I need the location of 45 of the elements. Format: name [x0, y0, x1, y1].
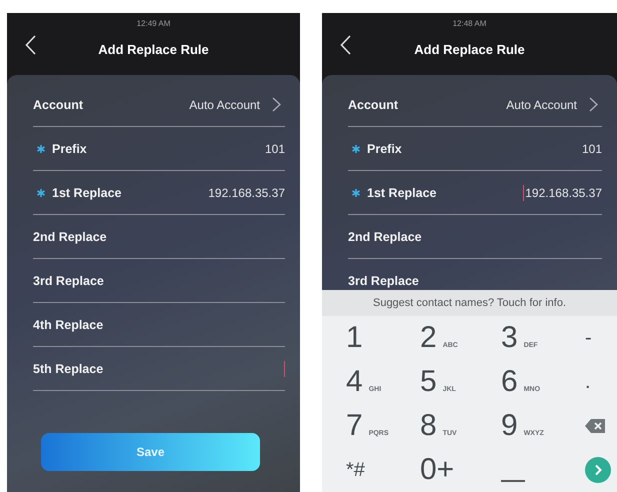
field-label: Account — [348, 98, 398, 112]
form-row[interactable]: Account Auto Account — [33, 83, 285, 127]
form-row[interactable]: 3rd Replace — [33, 259, 285, 303]
field-value: 101 — [264, 142, 285, 156]
field-label: 4th Replace — [33, 318, 104, 332]
next-button-icon[interactable] — [585, 457, 611, 483]
field-label: Account — [33, 98, 83, 112]
keyboard-key[interactable]: 1 — [346, 321, 363, 355]
form-row[interactable]: 1st Replace 192.168.35.37 — [348, 171, 602, 215]
form-row[interactable]: 2nd Replace — [348, 215, 602, 259]
form-row[interactable]: 2nd Replace — [33, 215, 285, 259]
field-label: 1st Replace — [367, 186, 436, 200]
field-value: 192.168.35.37 — [208, 186, 285, 200]
field-label: 5th Replace — [33, 362, 104, 376]
field-label: 3rd Replace — [33, 274, 104, 288]
back-icon[interactable] — [340, 35, 351, 55]
keyboard-key[interactable]: . — [585, 370, 591, 394]
backspace-icon[interactable] — [585, 419, 605, 433]
field-label: Prefix — [367, 142, 402, 156]
back-icon[interactable] — [25, 35, 36, 55]
field-label: 2nd Replace — [348, 230, 422, 244]
suggestion-strip[interactable]: Suggest contact names? Touch for info. — [322, 290, 617, 316]
field-value: Auto Account — [189, 98, 260, 112]
page-title: Add Replace Rule — [414, 42, 525, 57]
status-time: 12:48 AM — [452, 19, 486, 28]
form-row[interactable]: Account Auto Account — [348, 83, 602, 127]
field-value: 192.168.35.37 — [525, 186, 602, 200]
chevron-right-icon — [589, 97, 598, 112]
field-label: 2nd Replace — [33, 230, 107, 244]
form-row[interactable]: 4th Replace — [33, 303, 285, 347]
form-row[interactable]: 5th Replace — [33, 347, 285, 391]
keyboard-key[interactable]: *# — [346, 458, 365, 482]
field-value: 101 — [582, 142, 602, 156]
status-time: 12:49 AM — [136, 19, 170, 28]
form-row[interactable]: Prefix 101 — [33, 127, 285, 171]
field-label: Prefix — [52, 142, 87, 156]
chevron-right-icon — [272, 97, 281, 112]
field-label: 3rd Replace — [348, 274, 419, 288]
field-label: 1st Replace — [52, 186, 122, 200]
field-value: Auto Account — [506, 98, 577, 112]
keyboard-key[interactable]: 0+ — [420, 453, 454, 487]
form-row[interactable]: Prefix 101 — [348, 127, 602, 171]
keyboard-key[interactable]: - — [585, 326, 592, 350]
page-title: Add Replace Rule — [98, 42, 209, 57]
form-row[interactable]: 1st Replace 192.168.35.37 — [33, 171, 285, 215]
